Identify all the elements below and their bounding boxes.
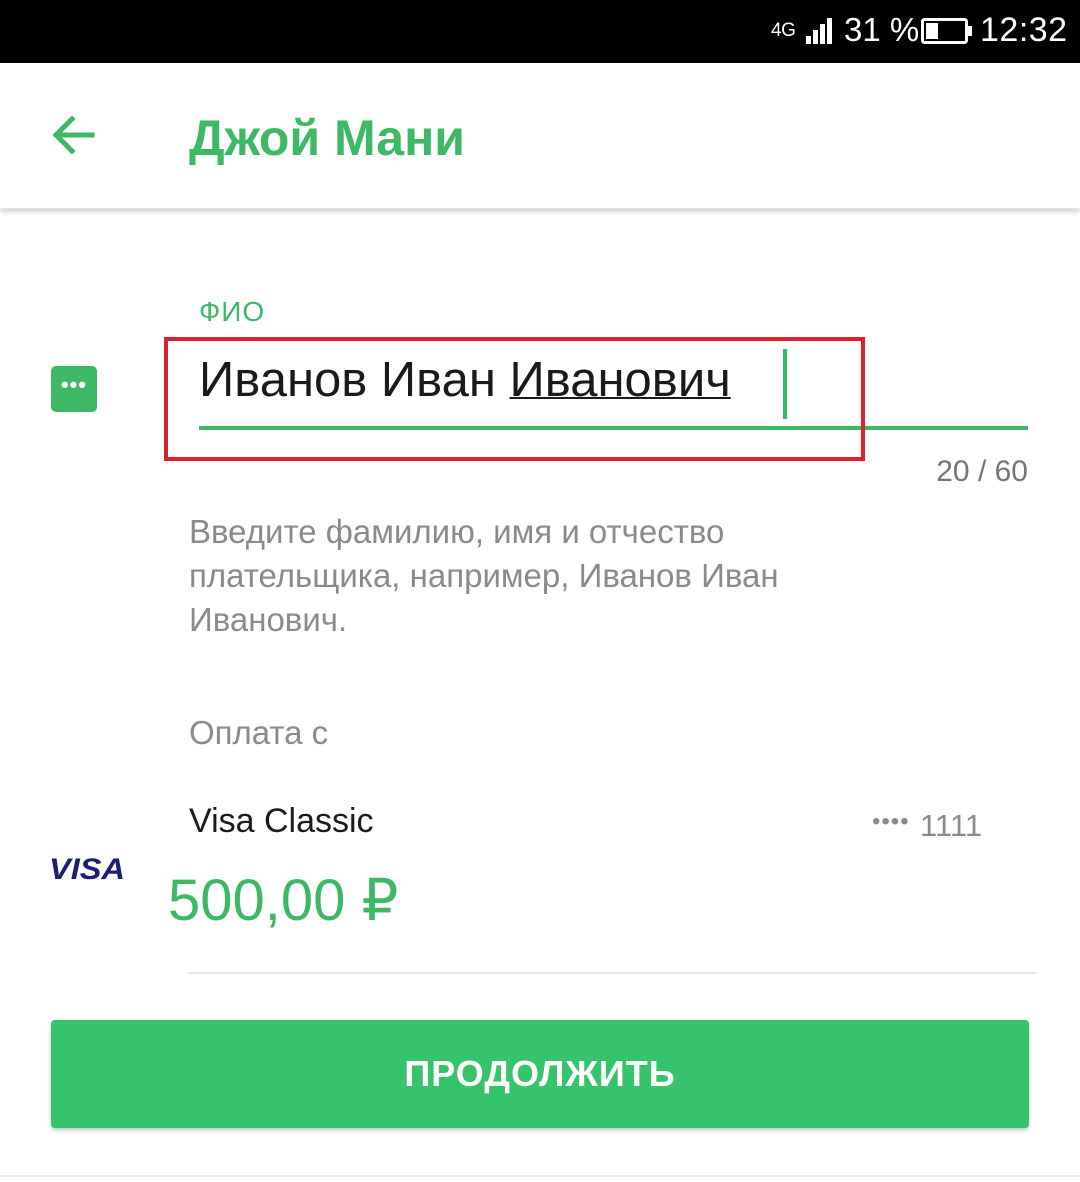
battery-icon (921, 18, 972, 44)
divider (0, 1175, 1080, 1177)
status-time: 12:32 (980, 11, 1068, 49)
app-bar: Джой Мани (0, 63, 1080, 209)
highlight-frame (164, 337, 865, 461)
svg-text:VISA: VISA (49, 853, 125, 886)
card-mask: •••• (872, 808, 910, 835)
card-last-digits: 1111 (920, 808, 983, 843)
visa-logo: VISA (49, 853, 125, 886)
fio-hint-text: Введите фамилию, имя и отчество плательщ… (189, 513, 779, 638)
card-name[interactable]: Visa Classic (189, 802, 374, 841)
arrow-left-icon[interactable] (48, 109, 100, 161)
battery-percent: 31 % (844, 11, 920, 48)
network-type: 4G (771, 20, 796, 41)
pay-from-label: Оплата с (189, 714, 329, 751)
character-counter: 20 / 60 (936, 455, 1028, 488)
more-dots-icon: ••• (51, 366, 97, 412)
card-balance: 500,00 ₽ (168, 868, 399, 933)
continue-button[interactable]: ПРОДОЛЖИТЬ (51, 1020, 1029, 1128)
signal-strength-icon (806, 18, 832, 44)
divider (188, 972, 1037, 974)
page-title: Джой Мани (189, 110, 466, 166)
status-bar: 4G 31 % 12:32 (0, 0, 1080, 63)
fio-field-label: ФИО (199, 296, 266, 327)
